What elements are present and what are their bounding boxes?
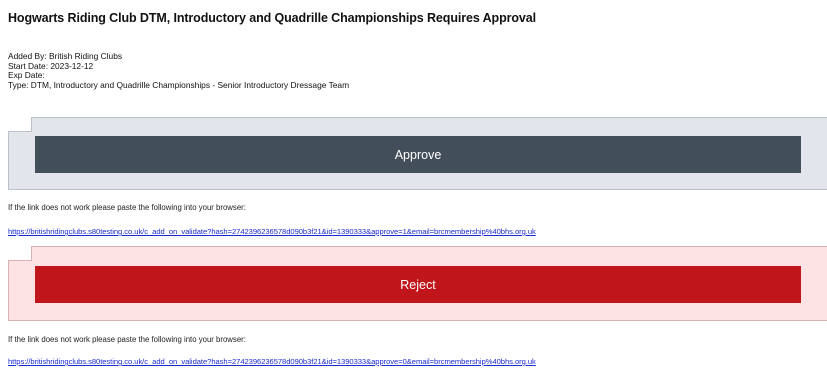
approve-panel-tab xyxy=(8,117,32,132)
reject-link-note: If the link does not work please paste t… xyxy=(8,335,246,344)
approve-button[interactable]: Approve xyxy=(35,136,801,173)
reject-button[interactable]: Reject xyxy=(35,266,801,303)
reject-panel-tab xyxy=(8,246,32,261)
email-title: Hogwarts Riding Club DTM, Introductory a… xyxy=(8,11,536,25)
approve-link[interactable]: https://britishridingclubs.s80testing.co… xyxy=(8,227,536,236)
start-date-text: Start Date: 2023-12-12 xyxy=(8,60,94,71)
request-details: Added By: British Riding Clubs Start Dat… xyxy=(8,51,350,90)
reject-link[interactable]: https://britishridingclubs.s80testing.co… xyxy=(8,357,536,366)
approve-link-note: If the link does not work please paste t… xyxy=(8,203,246,212)
type-text: Type: DTM, Introductory and Quadrille Ch… xyxy=(8,79,350,90)
